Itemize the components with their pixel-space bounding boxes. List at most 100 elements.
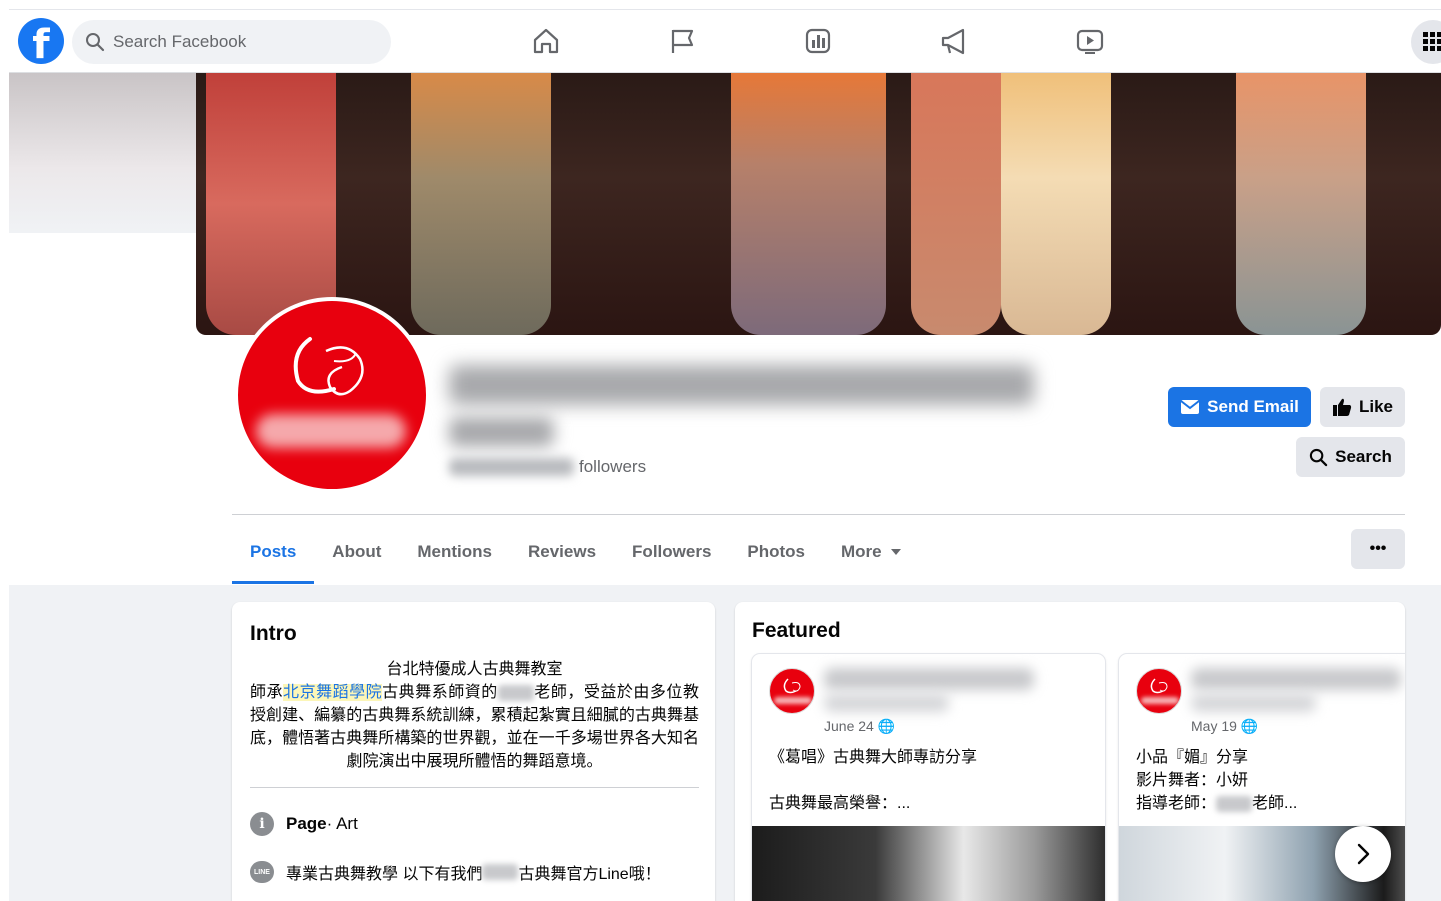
tab-more[interactable]: More [823, 520, 920, 584]
send-email-button[interactable]: Send Email [1168, 387, 1311, 427]
featured-post[interactable]: June 24 🌐 《葛唱》古典舞大師專訪分享 古典舞最高榮譽：... [752, 654, 1105, 901]
page-search-button[interactable]: Search [1296, 437, 1405, 477]
blurred-avatar-text [1141, 697, 1179, 704]
post-text-part: 指導老師： [1136, 795, 1217, 812]
post-text-line: 《葛唱》古典舞大師專訪分享 [769, 749, 978, 766]
top-navigation-bar: f [9, 10, 1441, 73]
grid-menu-icon[interactable] [1411, 20, 1441, 64]
tab-about[interactable]: About [314, 520, 399, 584]
line-chat-icon: LINE [250, 861, 274, 883]
post-text-line: 影片舞者：小妍 [1136, 772, 1249, 789]
post-date-text: May 19 [1191, 718, 1237, 734]
bio-text: 老師，受益於由多位 [533, 684, 683, 701]
tab-label: About [332, 542, 382, 561]
bio-paragraph: 師承北京舞蹈學院古典舞系師資的 老師，受益於由多位教授創建、編纂的古典舞系統訓練，… [250, 681, 699, 773]
ellipsis-icon: ••• [1369, 540, 1387, 557]
bio-highlight-link[interactable]: 北京舞蹈學院 [283, 684, 383, 701]
like-label: Like [1358, 397, 1394, 416]
cover-photo[interactable] [196, 73, 1441, 335]
post-text: 小品『媚』分享 影片舞者：小妍 指導老師： 老師... [1136, 746, 1405, 815]
flag-icon[interactable] [665, 24, 699, 58]
facebook-logo[interactable]: f [18, 18, 64, 68]
tab-mentions[interactable]: Mentions [399, 520, 510, 584]
post-author-redacted [1191, 668, 1401, 690]
next-featured-button[interactable] [1335, 826, 1391, 882]
post-text-part: 老師... [1252, 795, 1298, 812]
post-date[interactable]: May 19 🌐 [1191, 718, 1258, 735]
dancer-logo-icon [1150, 678, 1168, 694]
tab-label: Reviews [528, 542, 597, 561]
home-icon[interactable] [529, 24, 563, 58]
bio-text: 師承 [250, 684, 284, 701]
tab-label: Photos [747, 542, 806, 561]
followers-label[interactable]: followers [579, 457, 646, 477]
insights-icon[interactable] [801, 24, 835, 58]
bio-text: 古典舞系師資的 [382, 684, 498, 701]
search-input[interactable] [113, 32, 363, 52]
tab-posts[interactable]: Posts [232, 520, 315, 584]
page-category[interactable]: · Art [327, 814, 358, 834]
line-text: 古典舞官方Line哦！ [518, 866, 661, 883]
dancer-logo-icon [783, 678, 801, 694]
post-text-line: 指導老師： 老師... [1136, 792, 1405, 815]
page-title-redacted [449, 365, 1034, 405]
post-author-redacted [824, 668, 1034, 690]
facebook-page-window: f Search Facebook followers Send Email L… [9, 9, 1441, 901]
intro-title: Intro [250, 622, 297, 645]
cover-dancer-figure [911, 73, 1001, 335]
redacted-name [482, 864, 519, 880]
post-text-line: 小品『媚』分享 [1136, 749, 1249, 766]
envelope-icon [1180, 400, 1200, 414]
page-avatar[interactable] [238, 301, 426, 489]
video-icon[interactable] [1073, 24, 1107, 58]
megaphone-icon[interactable] [937, 24, 971, 58]
tab-label: Mentions [417, 542, 492, 561]
cover-dancer-figure [731, 73, 886, 335]
cover-dancer-figure [1236, 73, 1366, 335]
likes-count-redacted [449, 458, 574, 476]
post-avatar[interactable] [1136, 668, 1182, 714]
tab-photos[interactable]: Photos [729, 520, 823, 584]
cover-dancer-figure [411, 73, 551, 335]
blurred-avatar-text [256, 414, 406, 448]
post-image[interactable] [752, 826, 1105, 901]
tab-label: Followers [632, 542, 712, 561]
facebook-logo-letter: f [32, 22, 50, 68]
like-button[interactable]: Like [1320, 387, 1405, 427]
dancer-logo-icon [293, 337, 364, 396]
more-options-button[interactable]: ••• [1351, 529, 1405, 569]
post-date[interactable]: June 24 🌐 [824, 718, 895, 735]
search-icon [1309, 448, 1328, 466]
tab-reviews[interactable]: Reviews [510, 520, 614, 584]
cover-dancer-figure [1001, 73, 1111, 335]
thumbs-up-icon [1332, 398, 1352, 416]
post-avatar[interactable] [769, 668, 815, 714]
search-icon [86, 33, 105, 52]
globe-icon: 🌐 [1240, 718, 1259, 734]
post-text-line: 古典舞最高榮譽：... [769, 795, 911, 812]
header-divider [232, 514, 1405, 515]
featured-card: Featured June 24 🌐 《葛唱》古典舞大師專訪分享 古典舞最高榮譽… [735, 602, 1405, 901]
page-title-redacted [449, 417, 554, 447]
send-email-label: Send Email [1207, 397, 1299, 416]
globe-icon: 🌐 [877, 718, 896, 734]
intro-divider [250, 787, 699, 788]
page-tabs: Posts About Mentions Reviews Followers P… [232, 520, 920, 584]
blurred-avatar-text [774, 697, 812, 704]
tab-label: More [841, 542, 882, 561]
intro-bio: 台北特優成人古典舞教室 師承北京舞蹈學院古典舞系師資的 老師，受益於由多位教授創建… [250, 658, 699, 773]
tab-label: Posts [250, 542, 297, 561]
caret-down-icon [890, 549, 901, 555]
redacted-name [497, 684, 534, 701]
post-author-redacted [1191, 694, 1316, 712]
chevron-right-icon [1357, 843, 1370, 865]
tab-followers[interactable]: Followers [614, 520, 729, 584]
search-box[interactable] [72, 20, 391, 64]
search-label: Search [1335, 447, 1392, 466]
redacted-name [1216, 795, 1253, 812]
bio-line: 台北特優成人古典舞教室 [386, 661, 563, 678]
info-icon: i [250, 812, 274, 836]
post-text-spacer [769, 769, 1089, 792]
featured-title: Featured [752, 619, 841, 642]
intro-card: Intro 台北特優成人古典舞教室 師承北京舞蹈學院古典舞系師資的 老師，受益於由… [232, 602, 715, 901]
